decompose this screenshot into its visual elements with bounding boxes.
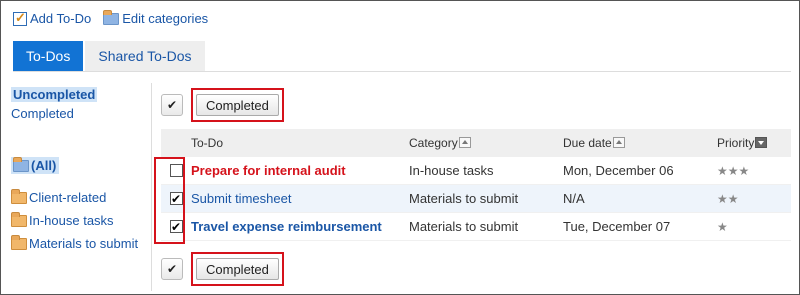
category-item-all[interactable]: (All) [11, 156, 60, 174]
header-priority: Priority [717, 136, 791, 150]
header-todo-label: To-Do [191, 136, 224, 150]
completed-button-highlight: Completed [191, 88, 284, 122]
header-todo: To-Do [191, 136, 409, 150]
todo-link[interactable]: Travel expense reimbursement [191, 219, 382, 234]
priority-stars-icon: ★ [717, 220, 728, 234]
folder-icon [103, 9, 120, 25]
edit-categories-link[interactable]: Edit categories [103, 9, 209, 26]
row-checkbox[interactable] [169, 164, 183, 177]
sort-down-icon[interactable] [755, 137, 768, 148]
category-item-materials-to-submit[interactable]: Materials to submit [11, 234, 151, 251]
category-item-all-wrap: (All) [11, 156, 151, 182]
table-row: Prepare for internal audit In-house task… [161, 157, 791, 185]
table-header: To-Do Category Due date Priority [161, 129, 791, 157]
add-todo-label: Add To-Do [30, 11, 92, 26]
tab-shared-todos[interactable]: Shared To-Dos [85, 41, 205, 71]
add-todo-link[interactable]: Add To-Do [13, 10, 92, 26]
status-filter: Uncompleted Completed [11, 87, 151, 121]
sort-up-icon[interactable] [612, 137, 625, 148]
category-label: In-house tasks [29, 213, 114, 228]
row-due-date: N/A [563, 191, 585, 206]
todo-link[interactable]: Submit timesheet [191, 191, 291, 206]
sort-up-icon[interactable] [458, 137, 471, 148]
row-category: In-house tasks [409, 163, 494, 178]
category-label: Client-related [29, 190, 107, 205]
check-all-button[interactable]: ✔ [161, 258, 183, 280]
folder-icon [11, 188, 27, 204]
header-category: Category [409, 136, 563, 150]
sidebar-divider [151, 83, 152, 291]
header-due-date: Due date [563, 136, 717, 150]
toolbar: Add To-Do Edit categories [13, 9, 209, 26]
priority-stars-icon: ★★ [717, 192, 739, 206]
bottom-action-row: ✔ Completed [161, 252, 284, 286]
table-row: ✔ Submit timesheet Materials to submit N… [161, 185, 791, 213]
folder-icon [11, 211, 27, 227]
todo-link[interactable]: Prepare for internal audit [191, 163, 346, 178]
table-row: ✔ Travel expense reimbursement Materials… [161, 213, 791, 241]
todo-window: Add To-Do Edit categories To-Dos Shared … [0, 0, 800, 295]
add-todo-icon [13, 10, 27, 26]
folder-icon [13, 156, 29, 172]
category-label: Materials to submit [29, 236, 139, 251]
row-category: Materials to submit [409, 219, 519, 234]
category-list: (All) Client-related In-house tasks Mate… [11, 156, 151, 251]
tab-todos[interactable]: To-Dos [13, 41, 84, 71]
category-item-in-house-tasks[interactable]: In-house tasks [11, 211, 151, 228]
top-action-row: ✔ Completed [161, 88, 284, 122]
header-due-date-label: Due date [563, 136, 612, 150]
row-checkbox[interactable]: ✔ [169, 220, 183, 233]
header-category-label: Category [409, 136, 458, 150]
row-checkbox[interactable]: ✔ [169, 192, 183, 205]
row-due-date: Tue, December 07 [563, 219, 671, 234]
status-completed[interactable]: Completed [11, 106, 151, 121]
edit-categories-label: Edit categories [122, 11, 209, 26]
completed-button-highlight: Completed [191, 252, 284, 286]
sidebar: Uncompleted Completed (All) Client-relat… [11, 87, 151, 259]
priority-stars-icon: ★★★ [717, 164, 750, 178]
row-category: Materials to submit [409, 191, 519, 206]
status-uncompleted[interactable]: Uncompleted [11, 87, 98, 102]
folder-icon [11, 234, 27, 250]
completed-button[interactable]: Completed [196, 258, 279, 280]
completed-button[interactable]: Completed [196, 94, 279, 116]
tab-bar: To-Dos Shared To-Dos [13, 41, 205, 71]
tab-divider [13, 71, 791, 72]
todo-table: To-Do Category Due date Priority Prepare… [161, 129, 791, 241]
category-item-client-related[interactable]: Client-related [11, 188, 151, 205]
header-priority-label: Priority [717, 136, 755, 150]
category-label: (All) [31, 158, 57, 173]
row-due-date: Mon, December 06 [563, 163, 674, 178]
check-all-button[interactable]: ✔ [161, 94, 183, 116]
